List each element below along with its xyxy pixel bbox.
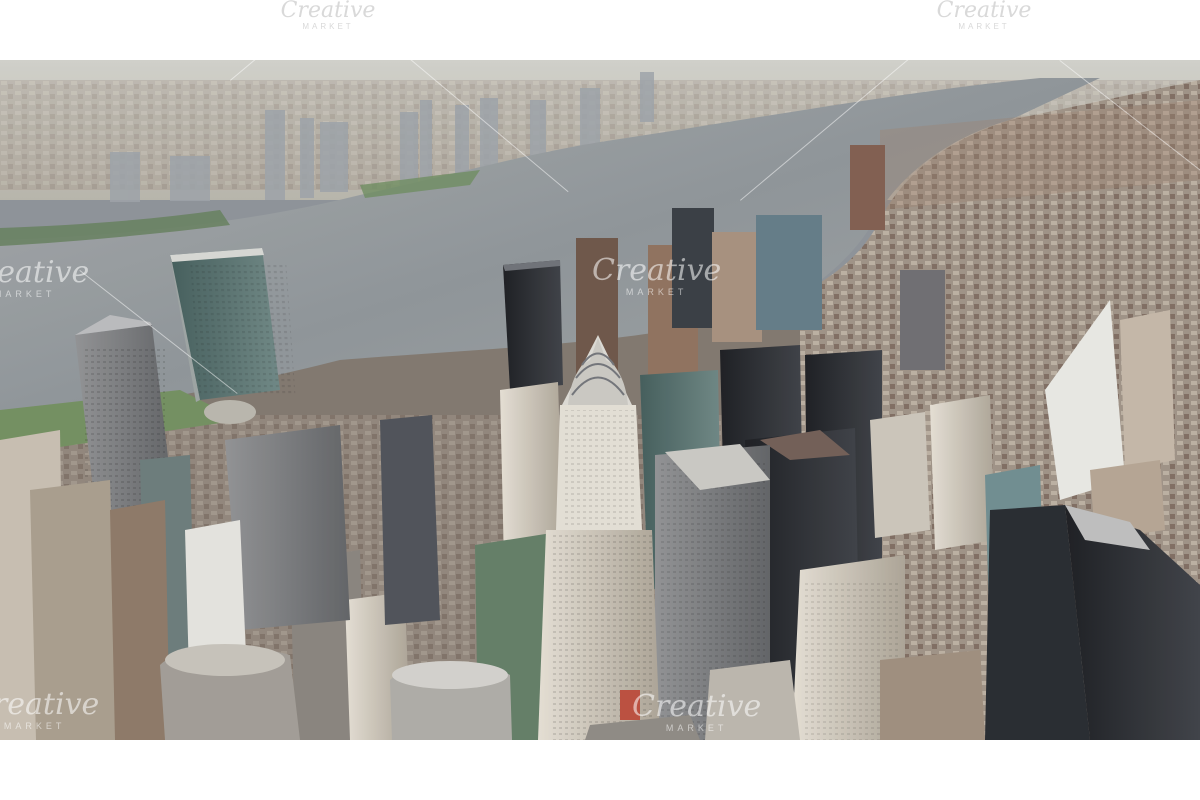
watermark-sub: MARKET [3,721,66,731]
watermark-word: Creative [0,687,100,722]
watermark-left-low: Creative MARKET [0,690,99,731]
watermark-center: Creative MARKET [592,256,721,297]
watermark-word: Creative [632,689,762,724]
watermark-sub: MARKET [958,22,1010,31]
watermark-sub: MARKET [625,287,688,297]
watermark-sub: MARKET [665,723,728,733]
city-illustration [0,60,1200,740]
watermark-lower: Creative MARKET [632,692,761,733]
watermark-word: Creative [0,255,90,290]
watermark-sub: MARKET [302,22,354,31]
watermark-word: Creative [280,0,376,23]
watermark-word: Creative [592,253,722,288]
watermark-sub: MARKET [0,289,56,299]
watermark-top-right: Creative MARKET [922,0,1046,31]
watermark-left-mid: Creative MARKET [0,258,89,299]
city-aerial-photo: Creative MARKET Creative MARKET Creative… [0,60,1200,740]
watermark-top-left: Creative MARKET [268,0,388,31]
watermark-word: Creative [936,0,1032,23]
